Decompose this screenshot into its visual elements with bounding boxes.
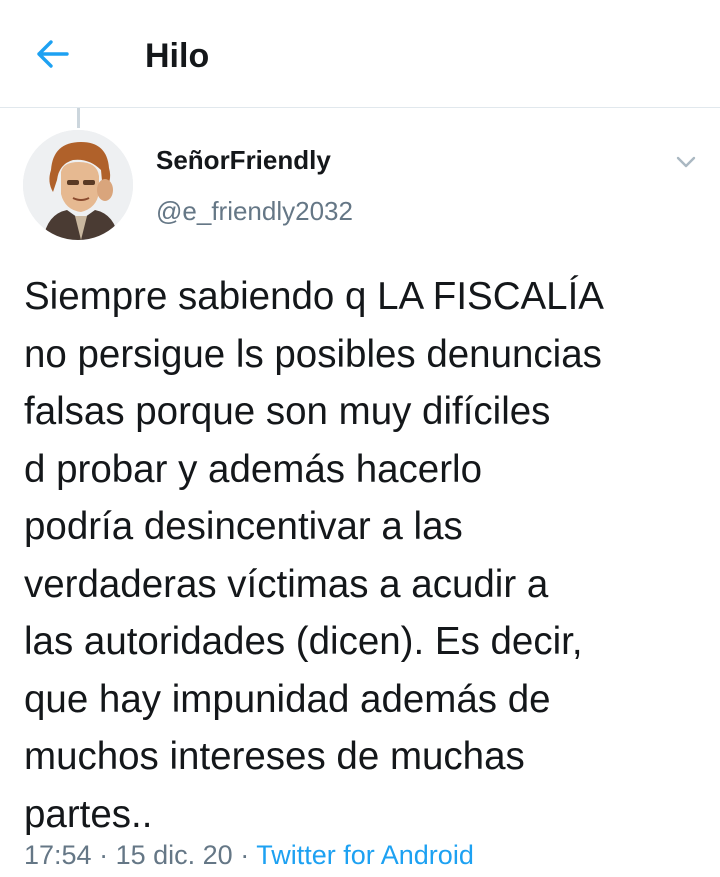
tweet-text-line: podría desincentivar a las <box>24 505 463 548</box>
tweet-metadata: 17:54 · 15 dic. 20 · Twitter for Android <box>24 838 474 872</box>
tweet-source-link[interactable]: Twitter for Android <box>256 840 474 870</box>
tweet-text: Siempre sabiendo q LA FISCALÍA no persig… <box>24 268 704 843</box>
avatar[interactable] <box>23 130 133 240</box>
user-handle[interactable]: @e_friendly2032 <box>156 195 353 227</box>
page-title: Hilo <box>145 37 210 75</box>
back-button[interactable] <box>30 34 76 74</box>
user-avatar-icon <box>23 130 133 240</box>
top-app-bar: Hilo <box>0 0 720 108</box>
tweet-text-line: las autoridades (dicen). Es decir, <box>24 620 583 663</box>
meta-separator: · <box>99 840 109 870</box>
thread-connector-line <box>77 108 80 128</box>
tweet-text-line: que hay impunidad además de <box>24 677 551 721</box>
tweet-time: 17:54 <box>24 840 92 870</box>
tweet-text-line: no persigue ls posibles denuncias <box>24 332 602 376</box>
tweet-menu-button[interactable] <box>668 148 704 176</box>
tweet-text-line: muchos intereses de muchas <box>24 735 525 778</box>
meta-separator: · <box>240 840 250 870</box>
tweet-text-line: falsas porque son muy difíciles <box>24 390 551 433</box>
tweet-text-line: Siempre sabiendo q LA FISCALÍA <box>24 275 604 318</box>
display-name[interactable]: SeñorFriendly <box>156 144 331 176</box>
arrow-left-icon <box>37 40 69 68</box>
tweet-text-line: d probar y además hacerlo <box>24 447 482 491</box>
tweet-date: 15 dic. 20 <box>115 840 233 870</box>
tweet-text-line: verdaderas víctimas a acudir a <box>24 562 549 606</box>
chevron-down-icon <box>676 156 696 168</box>
tweet-text-line: partes.. <box>24 792 153 836</box>
